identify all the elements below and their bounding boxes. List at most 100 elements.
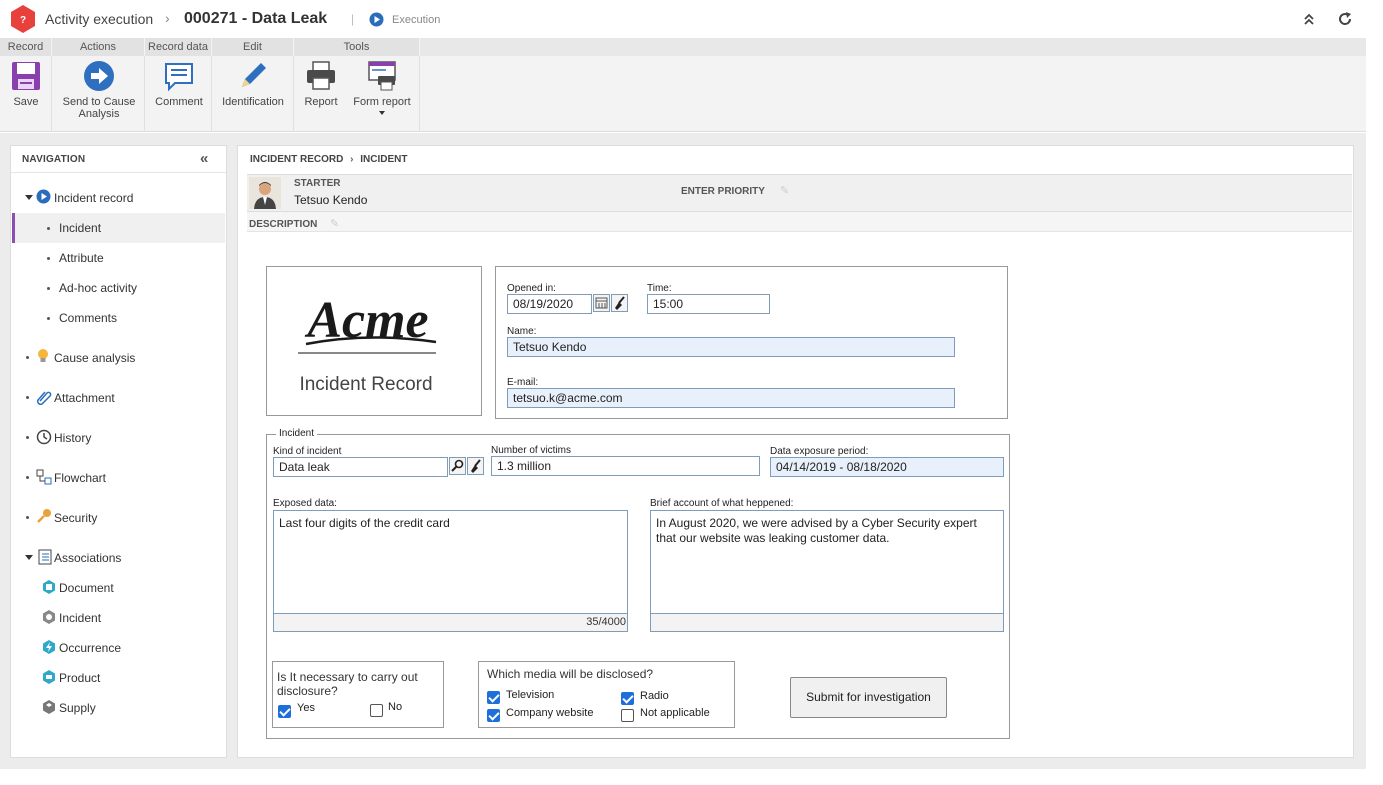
nav-item-associations[interactable]: Associations xyxy=(12,543,225,573)
account-textarea[interactable]: In August 2020, we were advised by a Cyb… xyxy=(650,510,1004,614)
not-applicable-checkbox[interactable] xyxy=(621,709,634,722)
header-divider: | xyxy=(351,12,355,26)
nav-item-incident-record[interactable]: Incident record xyxy=(12,183,225,213)
comment-icon xyxy=(165,63,193,92)
collapse-left-icon[interactable]: « xyxy=(200,150,208,167)
pencil-icon xyxy=(242,63,266,87)
printer-icon xyxy=(307,61,335,90)
description-strip xyxy=(247,212,1352,232)
expanded-caret-icon[interactable] xyxy=(25,555,33,560)
send-label-line1: Send to Cause xyxy=(62,96,136,108)
account-label: Brief account of what heppened: xyxy=(650,498,794,509)
avatar xyxy=(249,177,281,209)
crumb-chevron-icon: › xyxy=(350,154,354,165)
email-label: E-mail: xyxy=(507,377,539,388)
nav-item-incident[interactable]: Incident xyxy=(12,213,225,243)
nav-item-adhoc-activity[interactable]: Ad-hoc activity xyxy=(12,273,225,303)
status-label: Execution xyxy=(392,14,441,26)
nav-label: Document xyxy=(59,581,114,595)
company-website-label: Company website xyxy=(506,707,594,719)
edit-description-pencil-icon[interactable]: ✎ xyxy=(330,217,339,230)
name-label: Name: xyxy=(507,326,537,337)
ribbon-group-actions: Actions xyxy=(52,38,145,56)
report-label: Report xyxy=(304,96,338,108)
bullet xyxy=(47,257,50,260)
no-checkbox[interactable] xyxy=(370,704,383,717)
opened-date-field[interactable]: 08/19/2020 xyxy=(507,294,592,314)
nav-item-attachment[interactable]: Attachment xyxy=(12,383,225,413)
nav-label: Cause analysis xyxy=(54,351,136,365)
search-icon[interactable] xyxy=(449,457,466,475)
starter-label: STARTER xyxy=(294,178,341,189)
form-report-button[interactable]: Form report xyxy=(348,60,416,115)
nav-label: Attachment xyxy=(54,391,115,405)
nav-item-attribute[interactable]: Attribute xyxy=(12,243,225,273)
floppy-disk-icon xyxy=(12,62,40,90)
nav-item-product[interactable]: Product xyxy=(12,663,225,693)
victims-label: Number of victims xyxy=(491,445,572,456)
no-label: No xyxy=(388,701,403,713)
nav-item-security[interactable]: Security xyxy=(12,503,225,533)
name-field[interactable]: Tetsuo Kendo xyxy=(507,337,955,357)
send-to-cause-analysis-button[interactable]: Send to Cause Analysis xyxy=(56,60,142,120)
nav-item-incident-association[interactable]: Incident xyxy=(12,603,225,633)
nav-item-cause-analysis[interactable]: Cause analysis xyxy=(12,343,225,373)
yes-checkbox[interactable] xyxy=(278,705,291,718)
nav-label: History xyxy=(54,431,92,445)
identification-button[interactable]: Identification xyxy=(214,60,292,108)
number-of-victims-field[interactable]: 1.3 million xyxy=(491,456,760,476)
priority-label[interactable]: ENTER PRIORITY xyxy=(681,186,765,197)
refresh-icon[interactable] xyxy=(1336,10,1354,28)
nav-item-document[interactable]: Document xyxy=(12,573,225,603)
ribbon-group-record-data: Record data xyxy=(145,38,212,56)
time-field[interactable]: 15:00 xyxy=(647,294,770,314)
description-label[interactable]: DESCRIPTION xyxy=(249,219,317,230)
crumb-incident-record[interactable]: INCIDENT RECORD xyxy=(250,154,343,165)
collapse-up-icon[interactable] xyxy=(1302,12,1316,26)
radio-checkbox[interactable] xyxy=(621,692,634,705)
save-button[interactable]: Save xyxy=(4,60,48,108)
ribbon-head-filler xyxy=(420,38,1366,56)
acme-logo-icon: Acme xyxy=(298,292,437,354)
crumb-incident: INCIDENT xyxy=(360,154,408,165)
email-field[interactable]: tetsuo.k@acme.com xyxy=(507,388,955,408)
television-checkbox[interactable] xyxy=(487,691,500,704)
calendar-icon[interactable] xyxy=(593,294,610,312)
nav-label: Flowchart xyxy=(54,471,107,485)
form-report-label: Form report xyxy=(353,96,411,108)
incident-hex-icon xyxy=(43,610,55,624)
bullet xyxy=(26,356,29,359)
logo-caption: Incident Record xyxy=(299,374,433,395)
submit-for-investigation-button[interactable]: Submit for investigation xyxy=(790,677,947,718)
navigation-title: NAVIGATION xyxy=(22,154,86,165)
clear-date-broom-icon[interactable] xyxy=(611,294,628,312)
edit-priority-pencil-icon[interactable]: ✎ xyxy=(780,184,789,197)
radio-label: Radio xyxy=(640,690,669,702)
starter-strip xyxy=(247,174,1352,212)
starter-name: Tetsuo Kendo xyxy=(294,193,368,207)
report-button[interactable]: Report xyxy=(298,60,344,108)
associations-icon xyxy=(38,549,52,565)
kind-of-incident-field[interactable]: Data leak xyxy=(273,457,448,477)
flowchart-icon xyxy=(36,469,52,485)
breadcrumb-app[interactable]: Activity execution xyxy=(45,11,153,27)
not-applicable-label: Not applicable xyxy=(640,707,710,719)
form-printer-icon xyxy=(368,61,396,91)
nav-item-supply[interactable]: Supply xyxy=(12,693,225,723)
dropdown-caret-icon[interactable] xyxy=(379,111,385,115)
comment-button[interactable]: Comment xyxy=(149,60,209,108)
company-website-checkbox[interactable] xyxy=(487,709,500,722)
nav-item-flowchart[interactable]: Flowchart xyxy=(12,463,225,493)
exposed-data-textarea[interactable]: Last four digits of the credit card xyxy=(273,510,628,614)
opened-label: Opened in: xyxy=(507,283,556,294)
nav-divider xyxy=(11,172,226,173)
expanded-caret-icon[interactable] xyxy=(25,195,33,200)
send-label-line2: Analysis xyxy=(78,108,120,120)
nav-item-history[interactable]: History xyxy=(12,423,225,453)
nav-item-comments[interactable]: Comments xyxy=(12,303,225,333)
exposed-data-label: Exposed data: xyxy=(273,498,337,509)
nav-item-occurrence[interactable]: Occurrence xyxy=(12,633,225,663)
data-exposure-period-field[interactable]: 04/14/2019 - 08/18/2020 xyxy=(770,457,1004,477)
key-icon xyxy=(37,509,51,523)
clear-kind-broom-icon[interactable] xyxy=(467,457,484,475)
